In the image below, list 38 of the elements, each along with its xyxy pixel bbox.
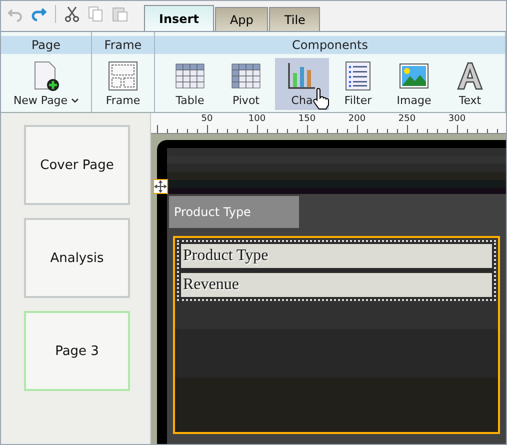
- ribbon-button[interactable]: Pivot: [219, 58, 273, 110]
- ruler-label: 150: [298, 114, 316, 124]
- ruler-label: 50: [201, 114, 213, 124]
- ribbon-button[interactable]: Image: [387, 58, 441, 110]
- frame-icon: [108, 61, 138, 91]
- redo-icon[interactable]: [31, 6, 47, 22]
- list-icon: [343, 61, 373, 91]
- ruler-label: 100: [248, 114, 266, 124]
- pivot-table-icon: [231, 61, 261, 91]
- ruler-label: 250: [398, 114, 416, 124]
- group-title: Page: [1, 36, 91, 54]
- header-label: Product Type: [169, 196, 299, 228]
- ribbon-button[interactable]: New Page: [6, 58, 86, 110]
- ribbon-tab[interactable]: App: [214, 7, 268, 31]
- ribbon-button[interactable]: Text: [443, 58, 497, 110]
- image-icon: [399, 61, 429, 91]
- ruler-label: 300: [448, 114, 466, 124]
- field-item[interactable]: Product Type: [181, 244, 492, 268]
- page-thumbnail[interactable]: Analysis: [24, 218, 130, 298]
- ribbon-button[interactable]: Filter: [331, 58, 385, 110]
- selected-component[interactable]: Product Type Revenue: [173, 236, 500, 434]
- page-thumbnail[interactable]: Page 3: [24, 311, 130, 391]
- ribbon-button[interactable]: Table: [163, 58, 217, 110]
- ribbon-button[interactable]: Cha: [275, 58, 329, 110]
- ruler-label: 200: [348, 114, 366, 124]
- ribbon-button[interactable]: Frame: [96, 58, 150, 110]
- move-handle-icon[interactable]: [153, 179, 168, 194]
- group-title: Frame: [92, 36, 154, 54]
- scissors-icon[interactable]: [64, 6, 80, 22]
- table-icon: [175, 61, 205, 91]
- ribbon-tab[interactable]: Insert: [144, 5, 214, 31]
- group-title: Components: [155, 36, 505, 54]
- bar-chart-icon: [287, 61, 317, 91]
- ribbon-tab[interactable]: Tile: [269, 7, 320, 31]
- field-item[interactable]: Revenue: [181, 273, 492, 297]
- page-thumbnail[interactable]: Cover Page: [24, 125, 130, 205]
- hand-cursor-icon: [313, 88, 329, 110]
- letter-a-icon: [455, 61, 485, 91]
